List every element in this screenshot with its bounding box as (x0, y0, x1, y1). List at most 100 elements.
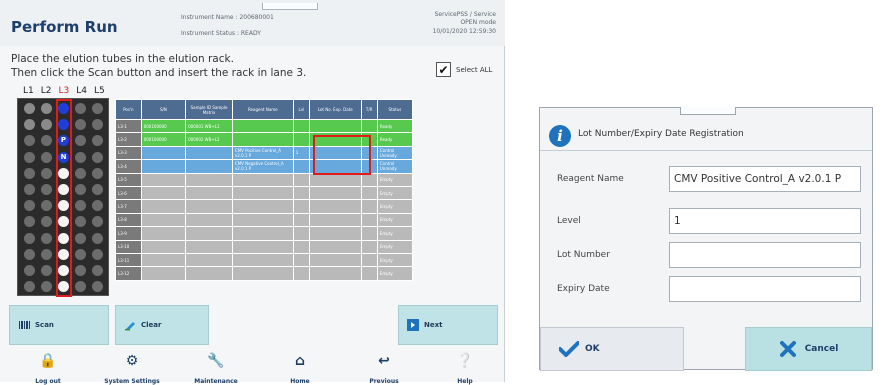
cancel-label: Cancel (804, 344, 839, 354)
tube-position (92, 103, 103, 114)
table-cell-sn (140, 212, 187, 228)
table-row[interactable]: L3-7 Empty (115, 199, 414, 214)
nav-help[interactable]: ❔ Help (425, 352, 505, 385)
lot-number-label: Lot Number (557, 250, 610, 260)
user-label: ServicePSS / Service (434, 11, 496, 18)
table-cell-reagent (231, 132, 294, 147)
lane-label[interactable]: L5 (94, 86, 105, 96)
select-all-checkbox[interactable]: ✔ Select ALL (436, 62, 492, 77)
table-cell-lot (309, 239, 362, 254)
table-cell-pos: L3-3 (115, 145, 142, 161)
lane-label[interactable]: L4 (76, 86, 87, 96)
tube-position (75, 151, 86, 163)
table-cell-sn (140, 145, 187, 161)
tube-position (75, 200, 86, 212)
clear-button[interactable]: Clear (115, 305, 209, 345)
table-cell-lvl: 1 (292, 145, 311, 161)
tube-position (58, 265, 69, 276)
table-cell-reagent (231, 252, 294, 268)
scan-button[interactable]: Scan (9, 305, 109, 345)
tube-position (41, 103, 52, 114)
scan-label: Scan (35, 321, 54, 329)
tube-position (75, 265, 86, 276)
table-cell-tr (360, 185, 378, 201)
table-cell-reagent (231, 199, 294, 214)
ok-button[interactable]: OK (540, 327, 684, 371)
tube-position (75, 119, 86, 131)
table-cell-sn: 000100000 (140, 118, 187, 134)
tube-position (41, 135, 52, 147)
tube-position (41, 167, 52, 179)
table-cell-status: Empty (376, 252, 414, 268)
nav-previous[interactable]: ↩ Previous (344, 352, 424, 385)
table-cell-sn (140, 185, 187, 201)
table-cell-pos: L3-10 (115, 239, 142, 254)
table-cell-status: Control Unready (376, 145, 414, 161)
lane-label[interactable]: L2 (41, 86, 52, 96)
table-cell-sn (140, 239, 187, 254)
datetime-label: 10/01/2020 12:59:30 (432, 28, 496, 35)
table-row[interactable]: L3-11 Empty (115, 252, 414, 268)
checkbox-checked-icon[interactable]: ✔ (436, 62, 451, 77)
lot-expiry-dialog: i Lot Number/Expiry Date Registration Re… (539, 107, 873, 371)
tube-position (24, 151, 35, 163)
tube-position (24, 281, 35, 293)
table-row[interactable]: L3-8 Empty (115, 212, 414, 228)
table-cell-status: Empty (376, 212, 414, 228)
level-field[interactable]: 1 (669, 208, 861, 234)
table-cell-lvl (292, 159, 311, 174)
tube-position (58, 167, 69, 179)
gear-icon: ⚙ (125, 353, 139, 369)
table-cell-sn (140, 252, 187, 268)
column-header: Sample ID Sample Matrix (185, 99, 233, 120)
table-cell-reagent (231, 266, 294, 281)
nav-maintenance[interactable]: 🔧 Maintenance (176, 352, 256, 385)
previous-icon: ↩ (378, 353, 390, 369)
table-cell-lvl (292, 252, 311, 268)
table-cell-tr (360, 226, 378, 241)
wrench-icon: 🔧 (207, 353, 225, 369)
table-row[interactable]: L3-10 Empty (115, 239, 414, 254)
nav-home[interactable]: ⌂ Home (260, 352, 340, 385)
cancel-button[interactable]: Cancel (745, 327, 872, 371)
tube-position (92, 151, 103, 163)
header-bar: Perform Run Instrument Name : 200680001 … (0, 0, 505, 46)
lane-label-selected[interactable]: L3 (59, 86, 70, 96)
home-icon: ⌂ (294, 353, 306, 369)
expiry-date-label: Expiry Date (557, 284, 610, 294)
column-header: S/N (140, 99, 187, 120)
table-cell-lvl (292, 132, 311, 147)
tube-position (92, 184, 103, 195)
column-header: T/R (360, 99, 378, 120)
reagent-name-field[interactable]: CMV Positive Control_A v2.0.1 P (669, 166, 861, 192)
table-cell-reagent (231, 212, 294, 228)
table-row[interactable]: L3-1 000100000 000001 WB+L1 Ready (115, 118, 414, 134)
next-button[interactable]: Next (398, 305, 498, 345)
mode-label: OPEN mode (460, 19, 496, 26)
tube-position (24, 216, 35, 228)
table-cell-status: Ready (376, 118, 414, 134)
table-cell-lot (309, 118, 362, 134)
dialog-drawer-tab[interactable] (680, 107, 736, 115)
page-title: Perform Run (11, 18, 118, 36)
tube-position (92, 232, 103, 244)
table-cell-sample (185, 185, 233, 201)
tube-position (58, 248, 69, 260)
lane-labels: L1 L2 L3 L4 L5 (23, 86, 105, 96)
table-row[interactable]: L3-12 Empty (115, 266, 414, 281)
expiry-date-field[interactable] (669, 276, 861, 302)
lane-label[interactable]: L1 (23, 86, 34, 96)
arrow-right-icon (407, 319, 419, 331)
nav-log-out[interactable]: 🔒 Log out (8, 352, 88, 385)
table-row[interactable]: L3-5 Empty (115, 172, 414, 187)
table-row[interactable]: L3-9 Empty (115, 226, 414, 241)
instrument-name: Instrument Name : 200680001 (181, 14, 274, 21)
lot-number-field[interactable] (669, 242, 861, 268)
table-cell-lot (309, 212, 362, 228)
drawer-tab[interactable] (262, 3, 318, 10)
table-cell-pos: L3-6 (115, 185, 142, 201)
nav-system-settings[interactable]: ⚙ System Settings (92, 352, 172, 385)
table-cell-sample (185, 145, 233, 161)
table-row[interactable]: L3-6 Empty (115, 185, 414, 201)
tube-position (41, 248, 52, 260)
